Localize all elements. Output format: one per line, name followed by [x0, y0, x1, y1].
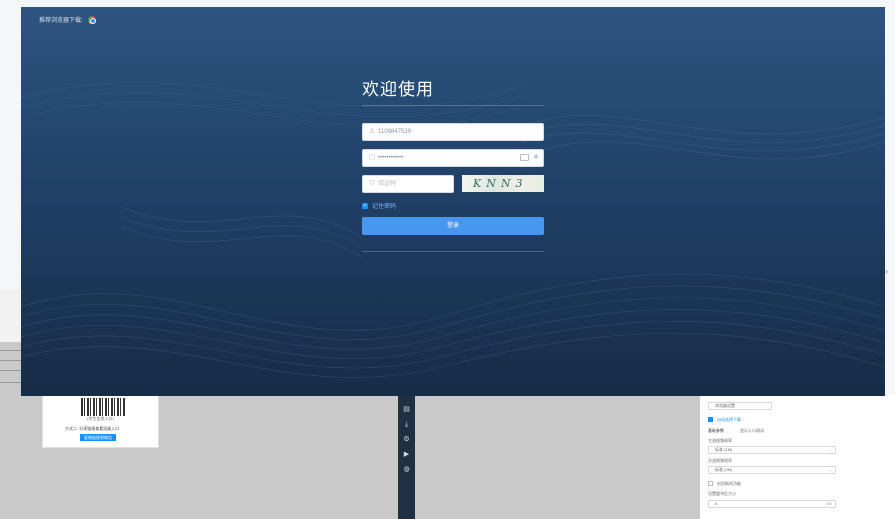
remember-label: 记住密码	[372, 204, 397, 210]
username-field[interactable]: ♙ 1108847539	[362, 123, 544, 141]
background-panel-middle	[378, 395, 700, 519]
browser-settings-button[interactable]: 浏览器设置	[708, 402, 772, 410]
auto-download-label: 自动选择下载	[717, 417, 741, 422]
password-field[interactable]: ▢ •••••••••••• ◉	[362, 149, 544, 167]
username-value: 1108847539	[378, 129, 411, 135]
lock-icon: ▢	[368, 154, 376, 161]
divider	[0, 370, 22, 371]
captcha-field[interactable]: ⛉ 验证码	[362, 175, 454, 193]
browser-tip-text: 推荐浏览器下载:	[39, 18, 83, 24]
login-button[interactable]: 登录	[362, 217, 544, 235]
captcha-image[interactable]: KNN3	[462, 175, 544, 192]
user-icon: ♙	[368, 128, 376, 135]
divider-bottom	[362, 251, 544, 252]
shield-icon: ⛉	[369, 180, 375, 187]
tab-basic[interactable]: 基础参数	[708, 428, 724, 434]
page-title: 欢迎使用	[362, 80, 434, 99]
captcha-placeholder: 验证码	[378, 181, 397, 187]
divider-top	[362, 105, 544, 106]
download-icon[interactable]: ⤓	[401, 419, 412, 430]
settings-icon[interactable]: ⚙	[401, 434, 412, 445]
keyboard-icon[interactable]	[520, 154, 529, 161]
field1-label: 主流视频帧率	[708, 438, 732, 443]
globe-icon[interactable]: ◍	[401, 464, 412, 475]
divider	[0, 382, 22, 383]
auto-download-checkbox[interactable]	[708, 417, 713, 422]
remember-checkbox[interactable]: ✓	[362, 202, 368, 209]
chevron-down-icon: ⌄	[828, 447, 832, 452]
qr-code	[81, 398, 125, 416]
divider	[0, 350, 22, 351]
tab-advanced[interactable]: 显示入口测试	[740, 428, 764, 434]
field1-select[interactable]: 标准 (1M) ⌄	[708, 446, 836, 454]
browser-recommendation: 推荐浏览器下载:	[39, 15, 96, 24]
qr-card: (学生信息入口) 方式二: 分享链接查看班级入口 复制链接到微信	[42, 395, 159, 448]
chrome-icon[interactable]	[87, 15, 96, 24]
password-value: ••••••••••••	[378, 155, 404, 161]
login-window: 推荐浏览器下载: 欢迎使用 ♙ 1108847539 ▢ •••••••••••…	[21, 7, 885, 396]
video-icon[interactable]: ▶	[401, 449, 412, 460]
buffer-size-input[interactable]: 0 MB	[708, 500, 836, 508]
background-right-strip	[885, 0, 895, 395]
new-feature-label: 启用新的功能	[717, 481, 741, 486]
field2-label: 次流视频帧率	[708, 458, 732, 463]
field1-value: 标准 (1M)	[715, 447, 733, 452]
field2-select[interactable]: 标准 (2M) ⌄	[708, 466, 836, 474]
eye-icon[interactable]: ◉	[532, 154, 540, 161]
qr-caption: (学生信息入口)	[87, 416, 114, 421]
wave-decoration	[21, 82, 885, 378]
copy-link-button[interactable]: 复制链接到微信	[80, 434, 116, 441]
new-feature-checkbox[interactable]	[708, 481, 713, 486]
remember-password[interactable]: ✓ 记住密码	[362, 201, 396, 210]
background-settings-panel: 浏览器设置 自动选择下载 基础参数 显示入口测试 主流视频帧率 标准 (1M) …	[700, 395, 895, 519]
field2-value: 标准 (2M)	[715, 467, 733, 472]
field3-label: 设置缓冲区大小	[708, 491, 736, 496]
chevron-down-icon: ⌄	[828, 467, 832, 472]
divider	[0, 360, 22, 361]
qr-share-text: 方式二: 分享链接查看班级入口	[65, 426, 120, 431]
dark-sidebar: ▤ ⤓ ⚙ ▶ ◍	[398, 395, 415, 519]
document-icon[interactable]: ▤	[401, 404, 412, 415]
unit-label: MB	[826, 501, 832, 506]
buffer-size-value: 0	[715, 501, 718, 506]
